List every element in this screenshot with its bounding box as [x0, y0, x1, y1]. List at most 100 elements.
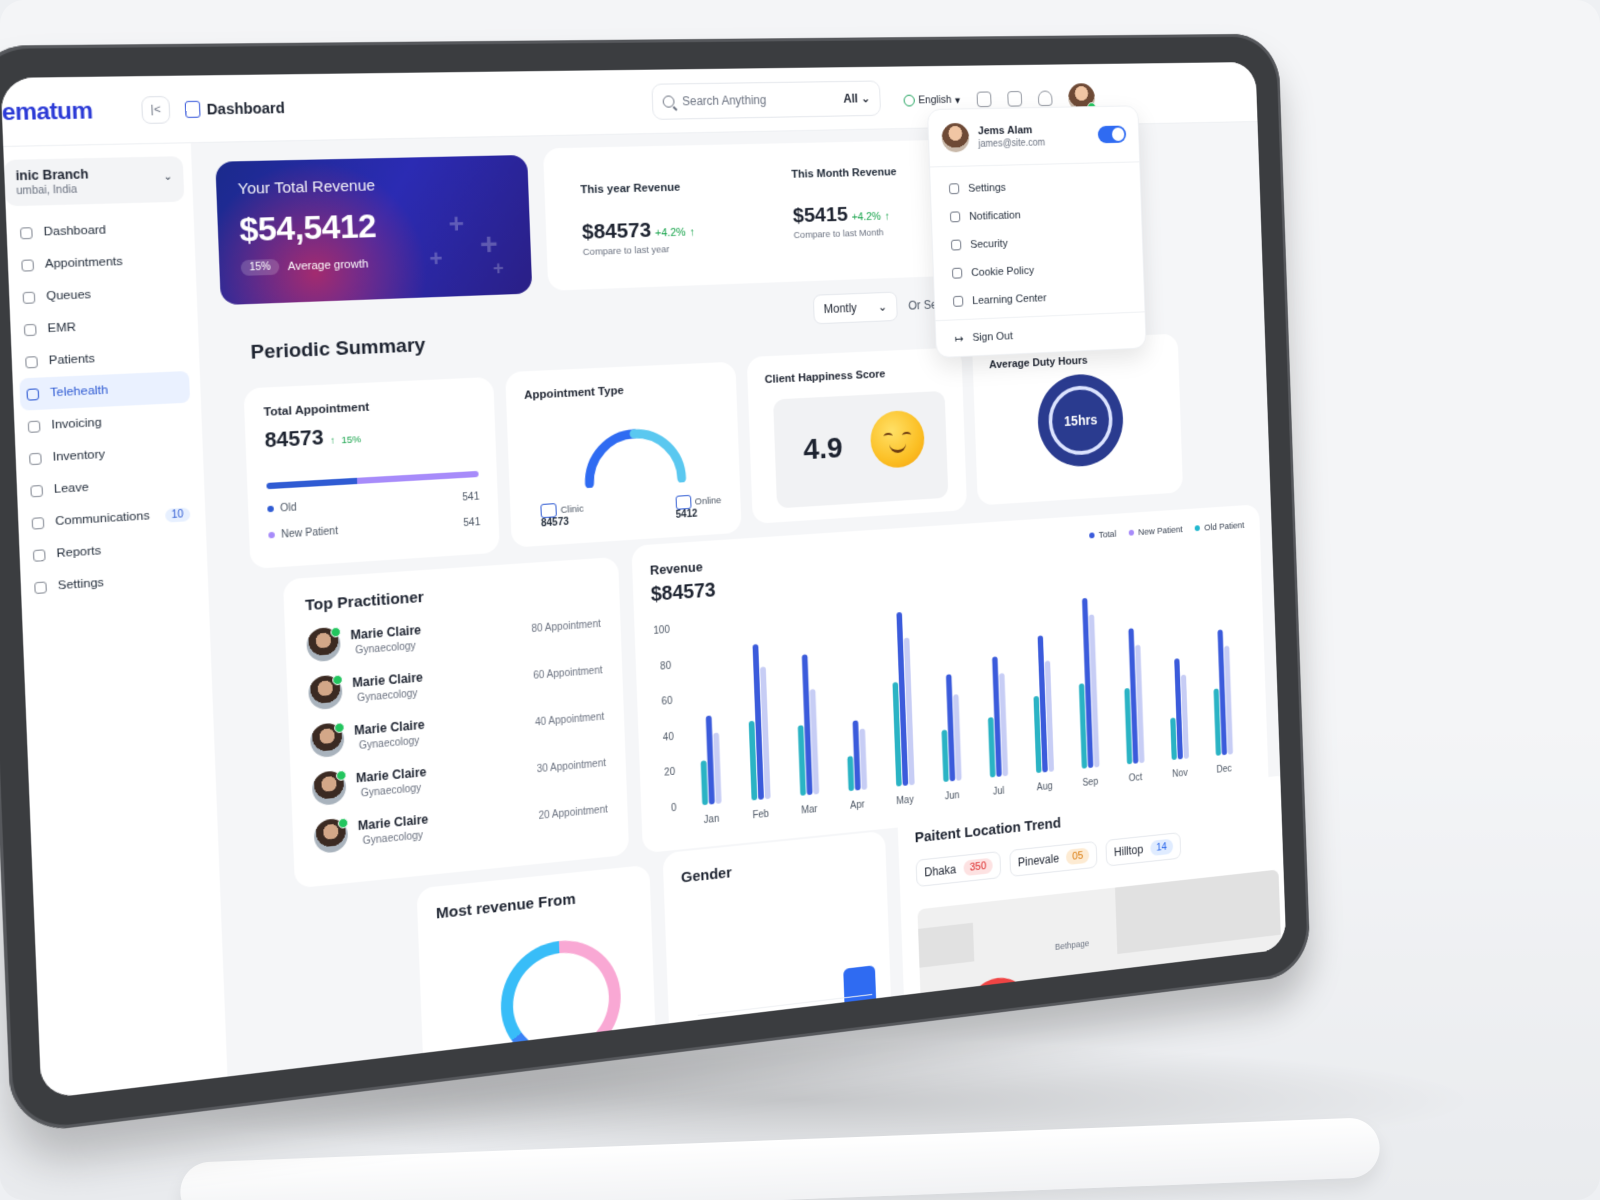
x-tick-label: Jul [993, 786, 1005, 797]
search-scope-select[interactable]: All ⌄ [843, 91, 870, 105]
sidebar-item-label: Appointments [45, 256, 123, 271]
bar-old-patient-nov[interactable] [1170, 718, 1177, 760]
collapse-sidebar-button[interactable]: |< [141, 95, 170, 123]
year-compare-label: Compare to last year [583, 243, 696, 258]
sidebar-item-label: Queues [46, 289, 91, 303]
list-item[interactable]: Marie Claire Gynaecology 60 Appointment [308, 654, 603, 710]
box-icon [29, 452, 42, 464]
practitioner-specialty: Gynaecology [361, 782, 428, 799]
year-revenue-change: +4.2% [655, 227, 686, 240]
breadcrumb: Dashboard [185, 99, 285, 117]
queue-icon [23, 291, 36, 303]
happiness-score-box: 4.9 [773, 391, 948, 509]
location-count-badge: 05 [1066, 847, 1090, 865]
status-toggle[interactable] [1098, 126, 1127, 144]
period-select-value: Montly [823, 301, 857, 316]
revenue-comparison-card: This year Revenue $84573 +4.2% ↑ Compare… [543, 139, 968, 290]
search-icon [663, 95, 675, 107]
month-revenue-change: +4.2% [851, 211, 881, 224]
growth-row: 15% Average growth [241, 251, 512, 276]
avatar [310, 722, 345, 758]
location-chip-pinevale[interactable]: Pinevale 05 [1009, 841, 1097, 877]
bar-old-patient-apr[interactable] [847, 756, 854, 791]
avatar [941, 123, 969, 153]
growth-pill: 15% [241, 259, 280, 276]
search-input[interactable]: Search Anything All ⌄ [651, 80, 881, 119]
total-revenue-value: $54,5412 [239, 203, 511, 249]
bar-new-patient-apr[interactable] [859, 728, 867, 789]
avatar [308, 674, 343, 710]
breadcrumb-current: Dashboard [206, 99, 285, 117]
app-logo[interactable]: ematum [1, 96, 109, 126]
plus-decoration-icon: + [448, 208, 465, 240]
tablet-screen: ematum |< Dashboard Search Anything All … [0, 62, 1286, 1099]
location-chip-dhaka[interactable]: Dhaka 350 [916, 851, 1002, 887]
x-tick-label: Oct [1128, 773, 1142, 785]
chevron-down-icon: ⌄ [163, 171, 173, 183]
list-item[interactable]: Marie Claire Gynaecology 20 Appointment [314, 793, 609, 854]
branch-name: inic Branch [15, 165, 172, 184]
sidebar-item-label: Telehealth [50, 384, 109, 400]
practitioner-specialty: Gynaecology [357, 688, 424, 705]
map-block [1115, 869, 1281, 954]
record-icon [24, 323, 37, 335]
sign-out-icon: ↦ [954, 331, 963, 345]
total-appointment-value: 84573 [264, 427, 324, 454]
sidebar-item-label: Patients [49, 353, 96, 368]
practitioner-name: Marie Claire Gynaecology [352, 670, 424, 705]
bar-old-patient-jun[interactable] [942, 730, 949, 782]
avatar [312, 770, 347, 806]
globe-icon [903, 95, 914, 107]
sidebar-item-label: Invoicing [51, 416, 102, 431]
happiness-score-value: 4.9 [803, 431, 843, 467]
map-block [918, 923, 974, 968]
mail-icon[interactable] [1007, 91, 1022, 107]
bar-old-patient-jul[interactable] [988, 717, 996, 778]
sidebar-item-label: EMR [47, 321, 76, 335]
y-tick-label: 60 [661, 696, 673, 708]
duty-hours-card: Average Duty Hours 15hrs [972, 334, 1183, 506]
new-patient-bar-segment [357, 471, 479, 484]
sidebar-item-label: Leave [54, 481, 89, 496]
month-revenue-value: $5415 [792, 203, 848, 228]
list-item[interactable]: Marie Claire Gynaecology 80 Appointment [306, 608, 601, 663]
branch-selector[interactable]: inic Branch umbai, India ⌄ [4, 156, 185, 206]
total-appointment-label: Total Appointment [263, 396, 476, 419]
x-tick-label: Aug [1037, 781, 1054, 793]
old-value: 541 [462, 491, 479, 503]
x-tick-label: Mar [801, 804, 818, 816]
sidebar-item-dashboard[interactable]: Dashboard [13, 212, 184, 249]
total-revenue-title: Your Total Revenue [237, 174, 508, 198]
leave-icon [30, 484, 43, 497]
bar-old-patient-jan[interactable] [701, 760, 708, 805]
invoice-icon [28, 420, 41, 432]
x-tick-label: Apr [850, 800, 865, 812]
arrow-up-icon: ↑ [884, 211, 890, 223]
total-appointment-row: 84573 ↑ 15% [264, 419, 477, 454]
sidebar-item-label: Reports [56, 545, 101, 561]
practitioner-name: Marie Claire Gynaecology [358, 812, 430, 848]
growth-label: Average growth [287, 258, 368, 273]
period-select[interactable]: Montly ⌄ [813, 292, 898, 325]
online-icon [675, 495, 691, 510]
x-tick-label: Jan [704, 814, 720, 826]
y-tick-label: 0 [671, 803, 677, 814]
menu-item-sign-out[interactable]: ↦ Sign Out [936, 316, 1146, 353]
period-filter: Montly ⌄ Or Selec [813, 289, 952, 324]
list-item[interactable]: Marie Claire Gynaecology 40 Appointment [310, 700, 605, 758]
total-revenue-card: Your Total Revenue $54,5412 15% Average … [215, 155, 532, 305]
calendar-icon[interactable] [976, 91, 991, 107]
language-select[interactable]: English ▾ [903, 93, 960, 107]
practitioner-specialty: Gynaecology [355, 640, 422, 656]
total-appointment-change: 15% [341, 434, 361, 446]
plus-decoration-icon: + [493, 258, 504, 280]
happiness-score-card: Client Happiness Score 4.9 [747, 347, 967, 524]
avatar [314, 818, 349, 854]
new-value: 541 [463, 517, 480, 529]
top-practitioner-title: Top Practitioner [305, 576, 600, 614]
search-placeholder: Search Anything [682, 93, 767, 108]
location-chip-hilltop[interactable]: Hilltop 14 [1106, 832, 1182, 866]
practitioner-count: 60 Appointment [533, 665, 603, 682]
bell-icon[interactable] [1037, 91, 1052, 107]
sidebar-nav: Dashboard Appointments Queues EMR Patien… [6, 212, 208, 605]
